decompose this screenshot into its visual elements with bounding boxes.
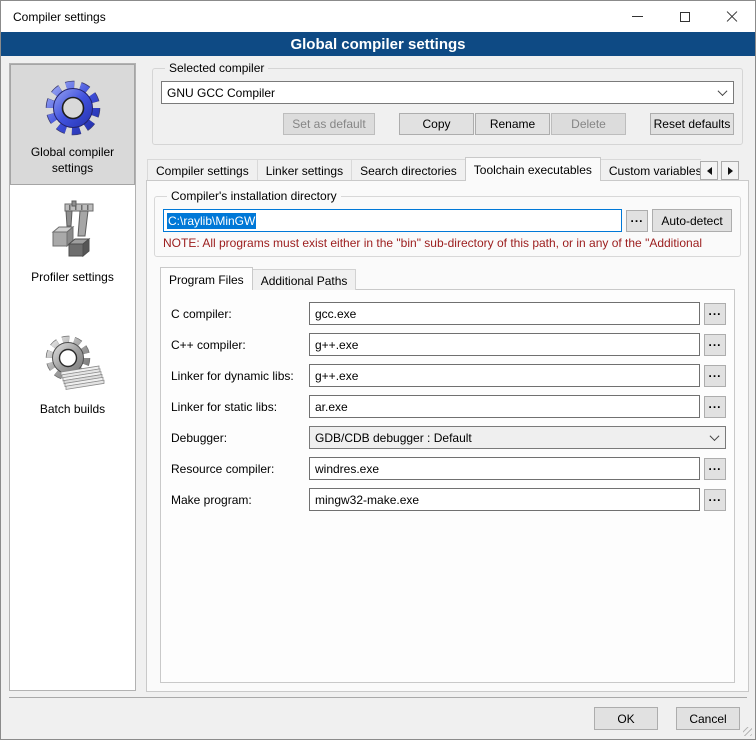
sidebar-item-batch-builds[interactable]: Batch builds	[10, 321, 135, 427]
tab-program-files[interactable]: Program Files	[160, 267, 253, 290]
cpp-compiler-browse-button[interactable]: ...	[704, 334, 726, 356]
rename-button[interactable]: Rename	[475, 113, 550, 135]
selected-compiler-label: Selected compiler	[165, 61, 268, 75]
caliper-icon	[41, 200, 105, 264]
maximize-button[interactable]	[661, 1, 708, 32]
close-icon	[726, 11, 738, 23]
tab-additional-paths[interactable]: Additional Paths	[252, 269, 357, 290]
debugger-row: Debugger: GDB/CDB debugger : Default	[171, 426, 726, 449]
c-compiler-browse-button[interactable]: ...	[704, 303, 726, 325]
footer-divider	[9, 697, 747, 698]
delete-button[interactable]: Delete	[551, 113, 626, 135]
debugger-label: Debugger:	[171, 431, 309, 445]
close-button[interactable]	[708, 1, 755, 32]
toolchain-subtabs: Program Files Additional Paths	[160, 267, 748, 290]
c-compiler-label: C compiler:	[171, 307, 309, 321]
compiler-actions: Set as default Copy Rename Delete Reset …	[161, 113, 734, 135]
selected-compiler-group: Selected compiler GNU GCC Compiler Set a…	[152, 61, 743, 145]
cpp-compiler-input[interactable]	[309, 333, 700, 356]
make-program-label: Make program:	[171, 493, 309, 507]
static-linker-row: Linker for static libs: ...	[171, 395, 726, 418]
tab-toolchain-executables[interactable]: Toolchain executables	[465, 157, 601, 181]
maximize-icon	[680, 12, 690, 22]
sidebar-item-label: Profiler settings	[31, 270, 114, 286]
debugger-select-value: GDB/CDB debugger : Default	[315, 431, 472, 445]
resource-compiler-input[interactable]	[309, 457, 700, 480]
auto-detect-button[interactable]: Auto-detect	[652, 209, 732, 232]
minimize-icon	[632, 16, 643, 17]
dynamic-linker-label: Linker for dynamic libs:	[171, 369, 309, 383]
chevron-down-icon	[710, 431, 720, 441]
installation-directory-input[interactable]: C:\raylib\MinGW	[163, 209, 622, 232]
sidebar-item-profiler-settings[interactable]: Profiler settings	[10, 189, 135, 295]
toolchain-executables-page: Compiler's installation directory C:\ray…	[146, 180, 749, 692]
static-linker-label: Linker for static libs:	[171, 400, 309, 414]
tab-search-directories[interactable]: Search directories	[351, 159, 466, 181]
installation-directory-group: Compiler's installation directory C:\ray…	[154, 189, 741, 257]
cpp-compiler-row: C++ compiler: ...	[171, 333, 726, 356]
window-controls	[614, 1, 755, 32]
settings-category-list: Global compiler settings Profiler settin…	[9, 63, 136, 691]
c-compiler-row: C compiler: ...	[171, 302, 726, 325]
static-linker-browse-button[interactable]: ...	[704, 396, 726, 418]
resource-compiler-label: Resource compiler:	[171, 462, 309, 476]
compiler-settings-dialog: Compiler settings Global compiler settin…	[0, 0, 756, 740]
titlebar: Compiler settings	[1, 1, 755, 32]
gear-stack-icon	[41, 332, 105, 396]
dynamic-linker-input[interactable]	[309, 364, 700, 387]
dynamic-linker-browse-button[interactable]: ...	[704, 365, 726, 387]
reset-defaults-button[interactable]: Reset defaults	[650, 113, 734, 135]
c-compiler-input[interactable]	[309, 302, 700, 325]
installation-directory-label: Compiler's installation directory	[167, 189, 341, 203]
arrow-right-icon	[728, 167, 733, 175]
tab-linker-settings[interactable]: Linker settings	[257, 159, 352, 181]
tab-scroll-arrows	[700, 161, 739, 180]
window-title: Compiler settings	[1, 10, 106, 24]
tab-compiler-settings[interactable]: Compiler settings	[147, 159, 258, 181]
chevron-down-icon	[718, 86, 728, 96]
cpp-compiler-label: C++ compiler:	[171, 338, 309, 352]
installation-directory-row: C:\raylib\MinGW ... Auto-detect	[163, 209, 732, 232]
tab-custom-variables[interactable]: Custom variables	[600, 159, 701, 181]
copy-button[interactable]: Copy	[399, 113, 474, 135]
sidebar-item-global-compiler-settings[interactable]: Global compiler settings	[10, 64, 135, 185]
sidebar-item-label: Batch builds	[40, 402, 105, 418]
page-title: Global compiler settings	[1, 32, 755, 56]
make-program-row: Make program: ...	[171, 488, 726, 511]
program-files-page: C compiler: ... C++ compiler: ... Linker…	[160, 289, 735, 683]
resource-compiler-browse-button[interactable]: ...	[704, 458, 726, 480]
ok-button[interactable]: OK	[594, 707, 658, 730]
compiler-select[interactable]: GNU GCC Compiler	[161, 81, 734, 104]
installation-directory-note: NOTE: All programs must exist either in …	[163, 236, 732, 250]
static-linker-input[interactable]	[309, 395, 700, 418]
cancel-button[interactable]: Cancel	[676, 707, 740, 730]
sidebar-item-label: Global compiler settings	[14, 145, 131, 176]
set-as-default-button[interactable]: Set as default	[283, 113, 375, 135]
settings-tabbar: Compiler settings Linker settings Search…	[146, 157, 749, 181]
installation-directory-value: C:\raylib\MinGW	[167, 213, 256, 229]
make-program-browse-button[interactable]: ...	[704, 489, 726, 511]
main-panel: Selected compiler GNU GCC Compiler Set a…	[146, 61, 749, 692]
settings-tabs: Compiler settings Linker settings Search…	[147, 157, 701, 181]
tab-scroll-left-button[interactable]	[700, 161, 718, 180]
tab-scroll-right-button[interactable]	[721, 161, 739, 180]
arrow-left-icon	[707, 167, 712, 175]
resource-compiler-row: Resource compiler: ...	[171, 457, 726, 480]
compiler-select-value: GNU GCC Compiler	[167, 86, 275, 100]
blue-gear-icon	[41, 75, 105, 139]
minimize-button[interactable]	[614, 1, 661, 32]
dialog-footer: OK Cancel	[1, 697, 755, 739]
make-program-input[interactable]	[309, 488, 700, 511]
debugger-select[interactable]: GDB/CDB debugger : Default	[309, 426, 726, 449]
dynamic-linker-row: Linker for dynamic libs: ...	[171, 364, 726, 387]
resize-grip[interactable]	[743, 727, 752, 736]
installation-directory-browse-button[interactable]: ...	[626, 210, 648, 232]
